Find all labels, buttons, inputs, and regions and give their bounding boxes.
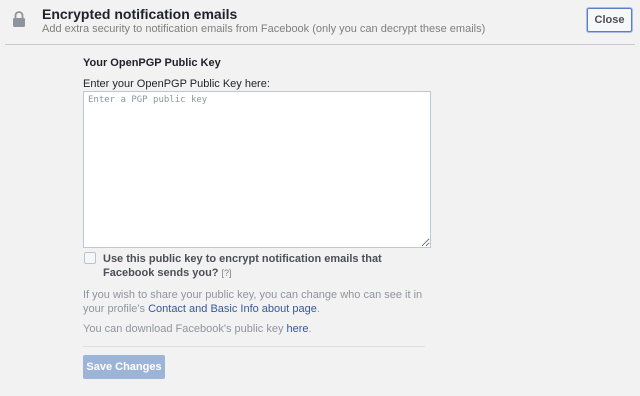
contact-basic-info-link[interactable]: Contact and Basic Info about page [148, 303, 317, 315]
help-link[interactable]: [?] [222, 268, 232, 278]
share-key-info: If you wish to share your public key, yo… [83, 288, 443, 316]
close-button[interactable]: Close [587, 8, 632, 32]
encrypted-emails-settings-panel: Encrypted notification emails Add extra … [0, 0, 640, 396]
use-key-checkbox-label[interactable]: Use this public key to encrypt notificat… [103, 252, 433, 280]
share-info-end: . [316, 303, 320, 315]
checkbox-label-text: Use this public key to encrypt notificat… [103, 253, 382, 279]
download-info-end: . [308, 323, 312, 335]
lock-icon [12, 11, 26, 27]
download-key-info: You can download Facebook's public key h… [83, 323, 312, 335]
header-divider [5, 44, 635, 45]
download-key-link[interactable]: here [287, 323, 309, 335]
section-title: Your OpenPGP Public Key [83, 57, 221, 69]
save-changes-button[interactable]: Save Changes [83, 355, 165, 379]
panel-subtitle: Add extra security to notification email… [42, 23, 486, 35]
download-info-text: You can download Facebook's public key [83, 323, 284, 335]
use-key-checkbox[interactable] [84, 252, 96, 264]
panel-title: Encrypted notification emails [42, 6, 238, 22]
public-key-textarea[interactable] [83, 91, 431, 248]
public-key-field-label: Enter your OpenPGP Public Key here: [83, 78, 270, 90]
form-divider [83, 346, 425, 347]
